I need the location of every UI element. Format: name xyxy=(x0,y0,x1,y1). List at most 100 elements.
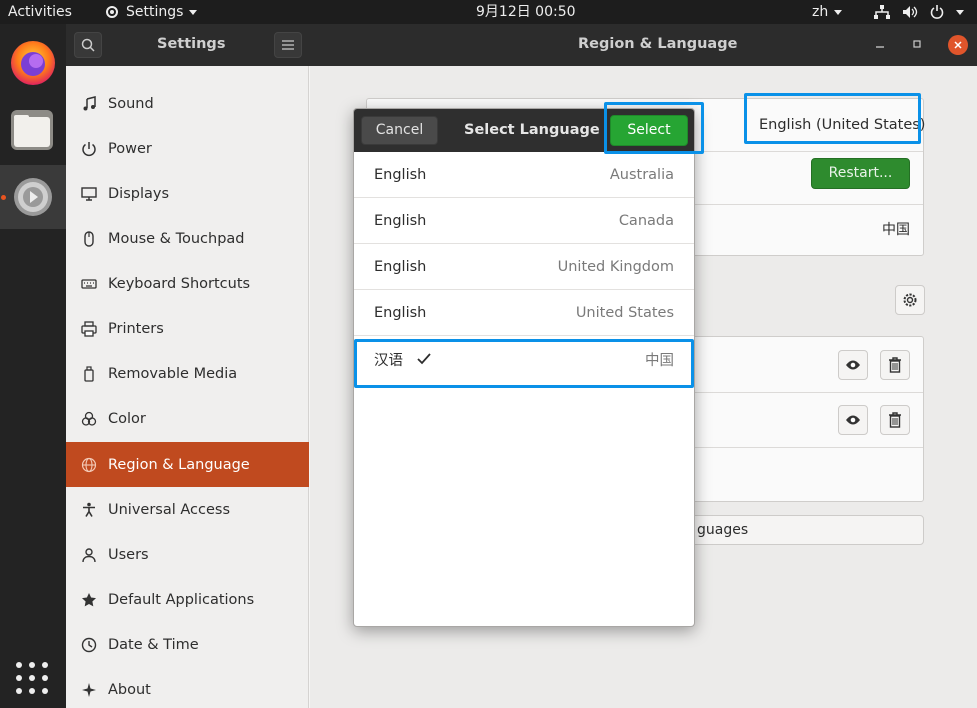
accessibility-icon xyxy=(80,501,98,519)
language-region: United Kingdom xyxy=(557,258,674,275)
trash-icon xyxy=(889,412,901,428)
select-button-highlight xyxy=(604,102,704,154)
power-icon xyxy=(80,140,98,158)
dock xyxy=(0,24,66,708)
sidebar-item-universal-access[interactable]: Universal Access xyxy=(66,487,309,532)
window-title: Region & Language xyxy=(578,36,738,52)
remove-input-source-button[interactable] xyxy=(880,405,910,435)
cancel-button[interactable]: Cancel xyxy=(361,116,438,145)
maximize-icon xyxy=(913,40,921,48)
music-note-icon xyxy=(80,95,98,113)
sidebar-item-users[interactable]: Users xyxy=(66,532,309,577)
language-region: Canada xyxy=(618,212,674,229)
printer-icon xyxy=(80,320,98,338)
sidebar-item-label: Power xyxy=(108,140,152,157)
language-region: United States xyxy=(575,304,674,321)
sidebar-item-label: Date & Time xyxy=(108,636,199,653)
sidebar-item-printers[interactable]: Printers xyxy=(66,306,309,351)
manage-languages-label: guages xyxy=(697,522,749,538)
mouse-icon xyxy=(80,230,98,248)
sidebar-item-label: Displays xyxy=(108,185,170,202)
keyboard-icon xyxy=(80,275,98,293)
grid-icon xyxy=(16,662,48,694)
sidebar-item-label: Color xyxy=(108,410,146,427)
sidebar-item-label: Printers xyxy=(108,320,164,337)
volume-icon xyxy=(903,6,918,18)
activities-button[interactable]: Activities xyxy=(8,0,72,24)
sidebar-item-default-applications[interactable]: Default Applications xyxy=(66,577,309,622)
sparkle-icon xyxy=(80,681,98,699)
preview-input-source-button[interactable] xyxy=(838,350,868,380)
color-icon xyxy=(80,410,98,428)
language-option-english-united-kingdom[interactable]: English United Kingdom xyxy=(354,244,694,290)
sidebar-item-removable-media[interactable]: Removable Media xyxy=(66,351,309,396)
minimize-button[interactable] xyxy=(872,36,888,52)
restart-button[interactable]: Restart... xyxy=(811,158,910,189)
globe-icon xyxy=(80,456,98,474)
top-bar: Activities Settings 9月12日 00:50 zh xyxy=(0,0,977,24)
sidebar-item-color[interactable]: Color xyxy=(66,396,309,441)
network-icon xyxy=(874,5,890,19)
sidebar-item-label: Universal Access xyxy=(108,501,231,518)
files-launcher[interactable] xyxy=(0,98,66,162)
language-name: English xyxy=(374,212,427,229)
sidebar-item-sound[interactable]: Sound xyxy=(66,81,309,126)
dialog-title: Select Language xyxy=(464,122,600,138)
system-menu[interactable] xyxy=(874,0,964,24)
settings-launcher[interactable] xyxy=(0,165,66,229)
folder-icon xyxy=(11,110,53,150)
language-name: English xyxy=(374,166,427,183)
sidebar-item-label: About xyxy=(108,681,151,698)
remove-input-source-button[interactable] xyxy=(880,350,910,380)
close-button[interactable] xyxy=(948,35,968,55)
app-menu[interactable]: Settings xyxy=(104,0,198,24)
language-name: English xyxy=(374,304,427,321)
input-method-label: zh xyxy=(812,4,829,20)
sidebar-item-displays[interactable]: Displays xyxy=(66,171,309,216)
input-method-menu[interactable]: zh xyxy=(812,0,843,24)
maximize-button[interactable] xyxy=(909,36,925,52)
language-region: Australia xyxy=(609,166,674,183)
search-icon xyxy=(81,38,95,52)
sidebar-item-label: Removable Media xyxy=(108,365,238,382)
language-option-english-canada[interactable]: English Canada xyxy=(354,198,694,244)
sidebar-item-mouse-touchpad[interactable]: Mouse & Touchpad xyxy=(66,216,309,261)
input-settings-button[interactable] xyxy=(895,285,925,315)
language-value-highlight xyxy=(744,93,921,144)
language-name: English xyxy=(374,258,427,275)
sidebar-item-date-time[interactable]: Date & Time xyxy=(66,622,309,667)
eye-icon xyxy=(846,360,860,370)
sidebar-item-power[interactable]: Power xyxy=(66,126,309,171)
clock-icon xyxy=(80,636,98,654)
trash-icon xyxy=(889,357,901,373)
app-menu-label: Settings xyxy=(126,4,184,20)
firefox-launcher[interactable] xyxy=(0,30,66,94)
sidebar-item-about[interactable]: About xyxy=(66,667,309,708)
sidebar-item-label: Default Applications xyxy=(108,591,255,608)
clock[interactable]: 9月12日 00:50 xyxy=(476,0,576,24)
power-icon xyxy=(930,5,944,19)
sidebar-item-keyboard-shortcuts[interactable]: Keyboard Shortcuts xyxy=(66,261,309,306)
language-option-english-australia[interactable]: English Australia xyxy=(354,152,694,198)
firefox-icon xyxy=(11,41,55,85)
sidebar-item-label: Sound xyxy=(108,95,154,112)
gear-icon xyxy=(106,6,118,18)
language-option-english-united-states[interactable]: English United States xyxy=(354,290,694,336)
search-button[interactable] xyxy=(74,32,102,58)
star-icon xyxy=(80,591,98,609)
show-apps-button[interactable] xyxy=(14,660,50,696)
formats-value: 中国 xyxy=(882,222,910,238)
settings-sidebar: Sound Power Displays Mouse & Touchpad Ke… xyxy=(66,66,309,708)
chevron-down-icon xyxy=(834,9,843,15)
chevron-down-icon xyxy=(189,9,198,15)
selected-language-highlight xyxy=(354,339,694,388)
sidebar-item-label: Region & Language xyxy=(108,456,250,473)
settings-gear-icon xyxy=(14,178,52,216)
eye-icon xyxy=(846,415,860,425)
sidebar-item-region-language[interactable]: Region & Language xyxy=(66,442,309,487)
sidebar-item-label: Users xyxy=(108,546,149,563)
sidebar-title: Settings xyxy=(157,36,226,52)
preview-input-source-button[interactable] xyxy=(838,405,868,435)
hamburger-menu-button[interactable] xyxy=(274,32,302,58)
minimize-icon xyxy=(876,46,884,48)
